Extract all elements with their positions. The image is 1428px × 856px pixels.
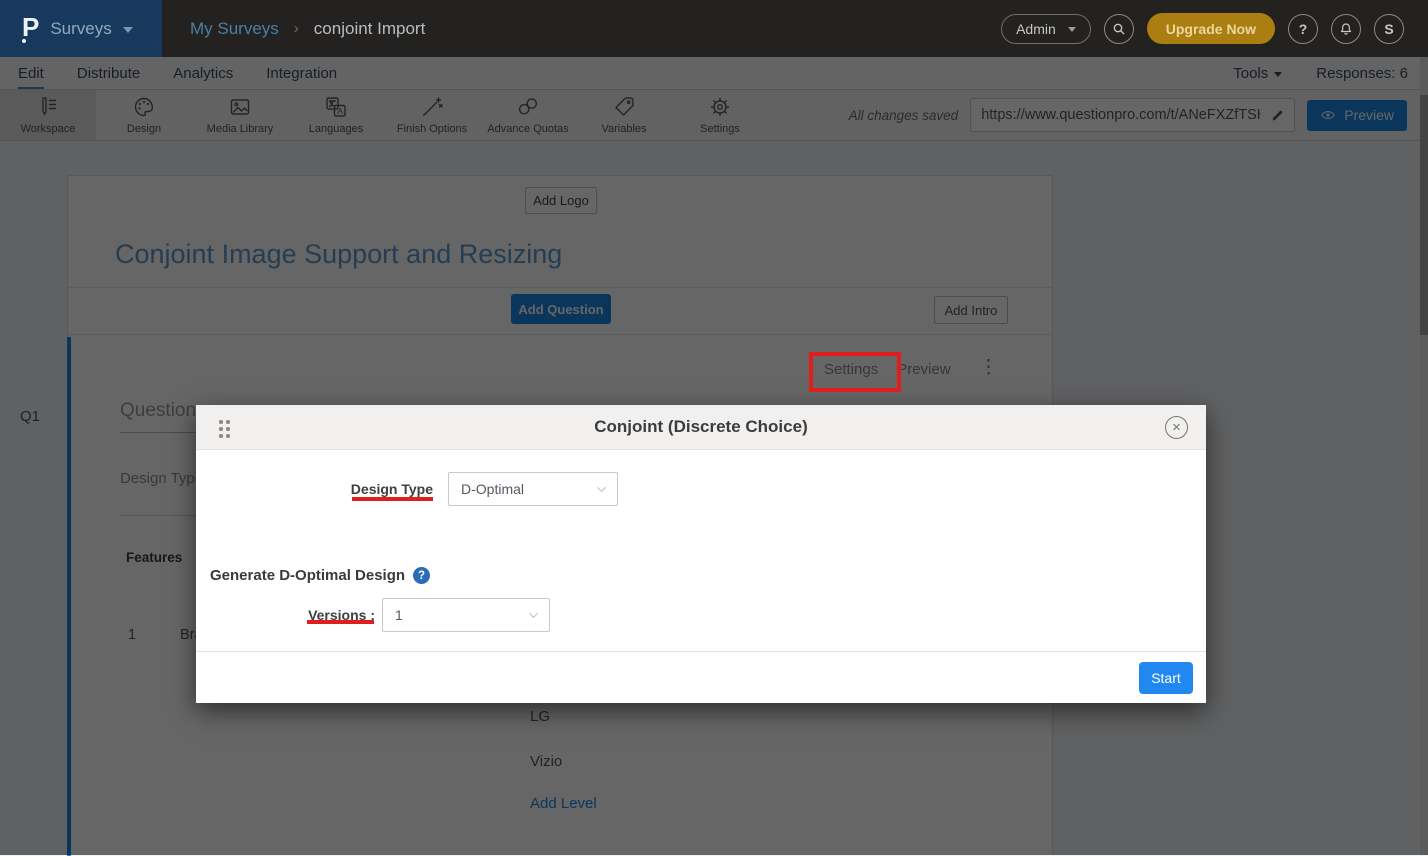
modal-footer-divider xyxy=(196,651,1206,652)
modal-header: Conjoint (Discrete Choice) xyxy=(196,405,1206,450)
breadcrumb: My Surveys › conjoint Import xyxy=(190,19,425,39)
chevron-down-icon xyxy=(594,482,609,497)
admin-dropdown[interactable]: Admin xyxy=(1001,14,1091,44)
generate-design-heading: Generate D-Optimal Design ? xyxy=(210,567,430,584)
design-type-select[interactable]: D-Optimal xyxy=(448,472,618,506)
chevron-down-icon xyxy=(1068,27,1076,32)
annotation-underline-versions xyxy=(307,620,374,624)
versions-select[interactable]: 1 xyxy=(382,598,550,632)
search-button[interactable] xyxy=(1104,14,1134,44)
notifications-button[interactable] xyxy=(1331,14,1361,44)
admin-label: Admin xyxy=(1016,21,1056,37)
chevron-down-icon xyxy=(526,608,541,623)
breadcrumb-separator: › xyxy=(294,20,299,37)
surveys-product-menu[interactable]: P Surveys xyxy=(0,0,162,57)
annotation-box-settings xyxy=(809,352,901,392)
search-icon xyxy=(1111,21,1127,37)
annotation-underline-design-type xyxy=(352,497,433,501)
close-icon[interactable]: × xyxy=(1165,416,1188,439)
avatar-letter: S xyxy=(1384,21,1393,37)
upgrade-now-button[interactable]: Upgrade Now xyxy=(1147,13,1275,44)
design-type-value: D-Optimal xyxy=(461,481,524,497)
breadcrumb-my-surveys[interactable]: My Surveys xyxy=(190,19,279,39)
modal-title: Conjoint (Discrete Choice) xyxy=(594,417,807,437)
questionpro-logo: P xyxy=(22,14,39,40)
design-type-label: Design Type xyxy=(316,481,433,497)
breadcrumb-current: conjoint Import xyxy=(314,19,426,39)
versions-value: 1 xyxy=(395,607,403,623)
start-button[interactable]: Start xyxy=(1139,662,1193,694)
bell-icon xyxy=(1338,21,1354,37)
top-header: P Surveys My Surveys › conjoint Import A… xyxy=(0,0,1428,57)
chevron-down-icon xyxy=(123,27,133,33)
header-actions: Admin Upgrade Now ? S xyxy=(1001,13,1428,44)
drag-handle-icon[interactable] xyxy=(219,420,230,438)
conjoint-settings-modal: Conjoint (Discrete Choice) × Design Type… xyxy=(196,405,1206,703)
user-avatar[interactable]: S xyxy=(1374,14,1404,44)
product-name: Surveys xyxy=(50,19,111,39)
help-circle-icon[interactable]: ? xyxy=(413,567,430,584)
help-button[interactable]: ? xyxy=(1288,14,1318,44)
question-mark-icon: ? xyxy=(1299,21,1308,37)
